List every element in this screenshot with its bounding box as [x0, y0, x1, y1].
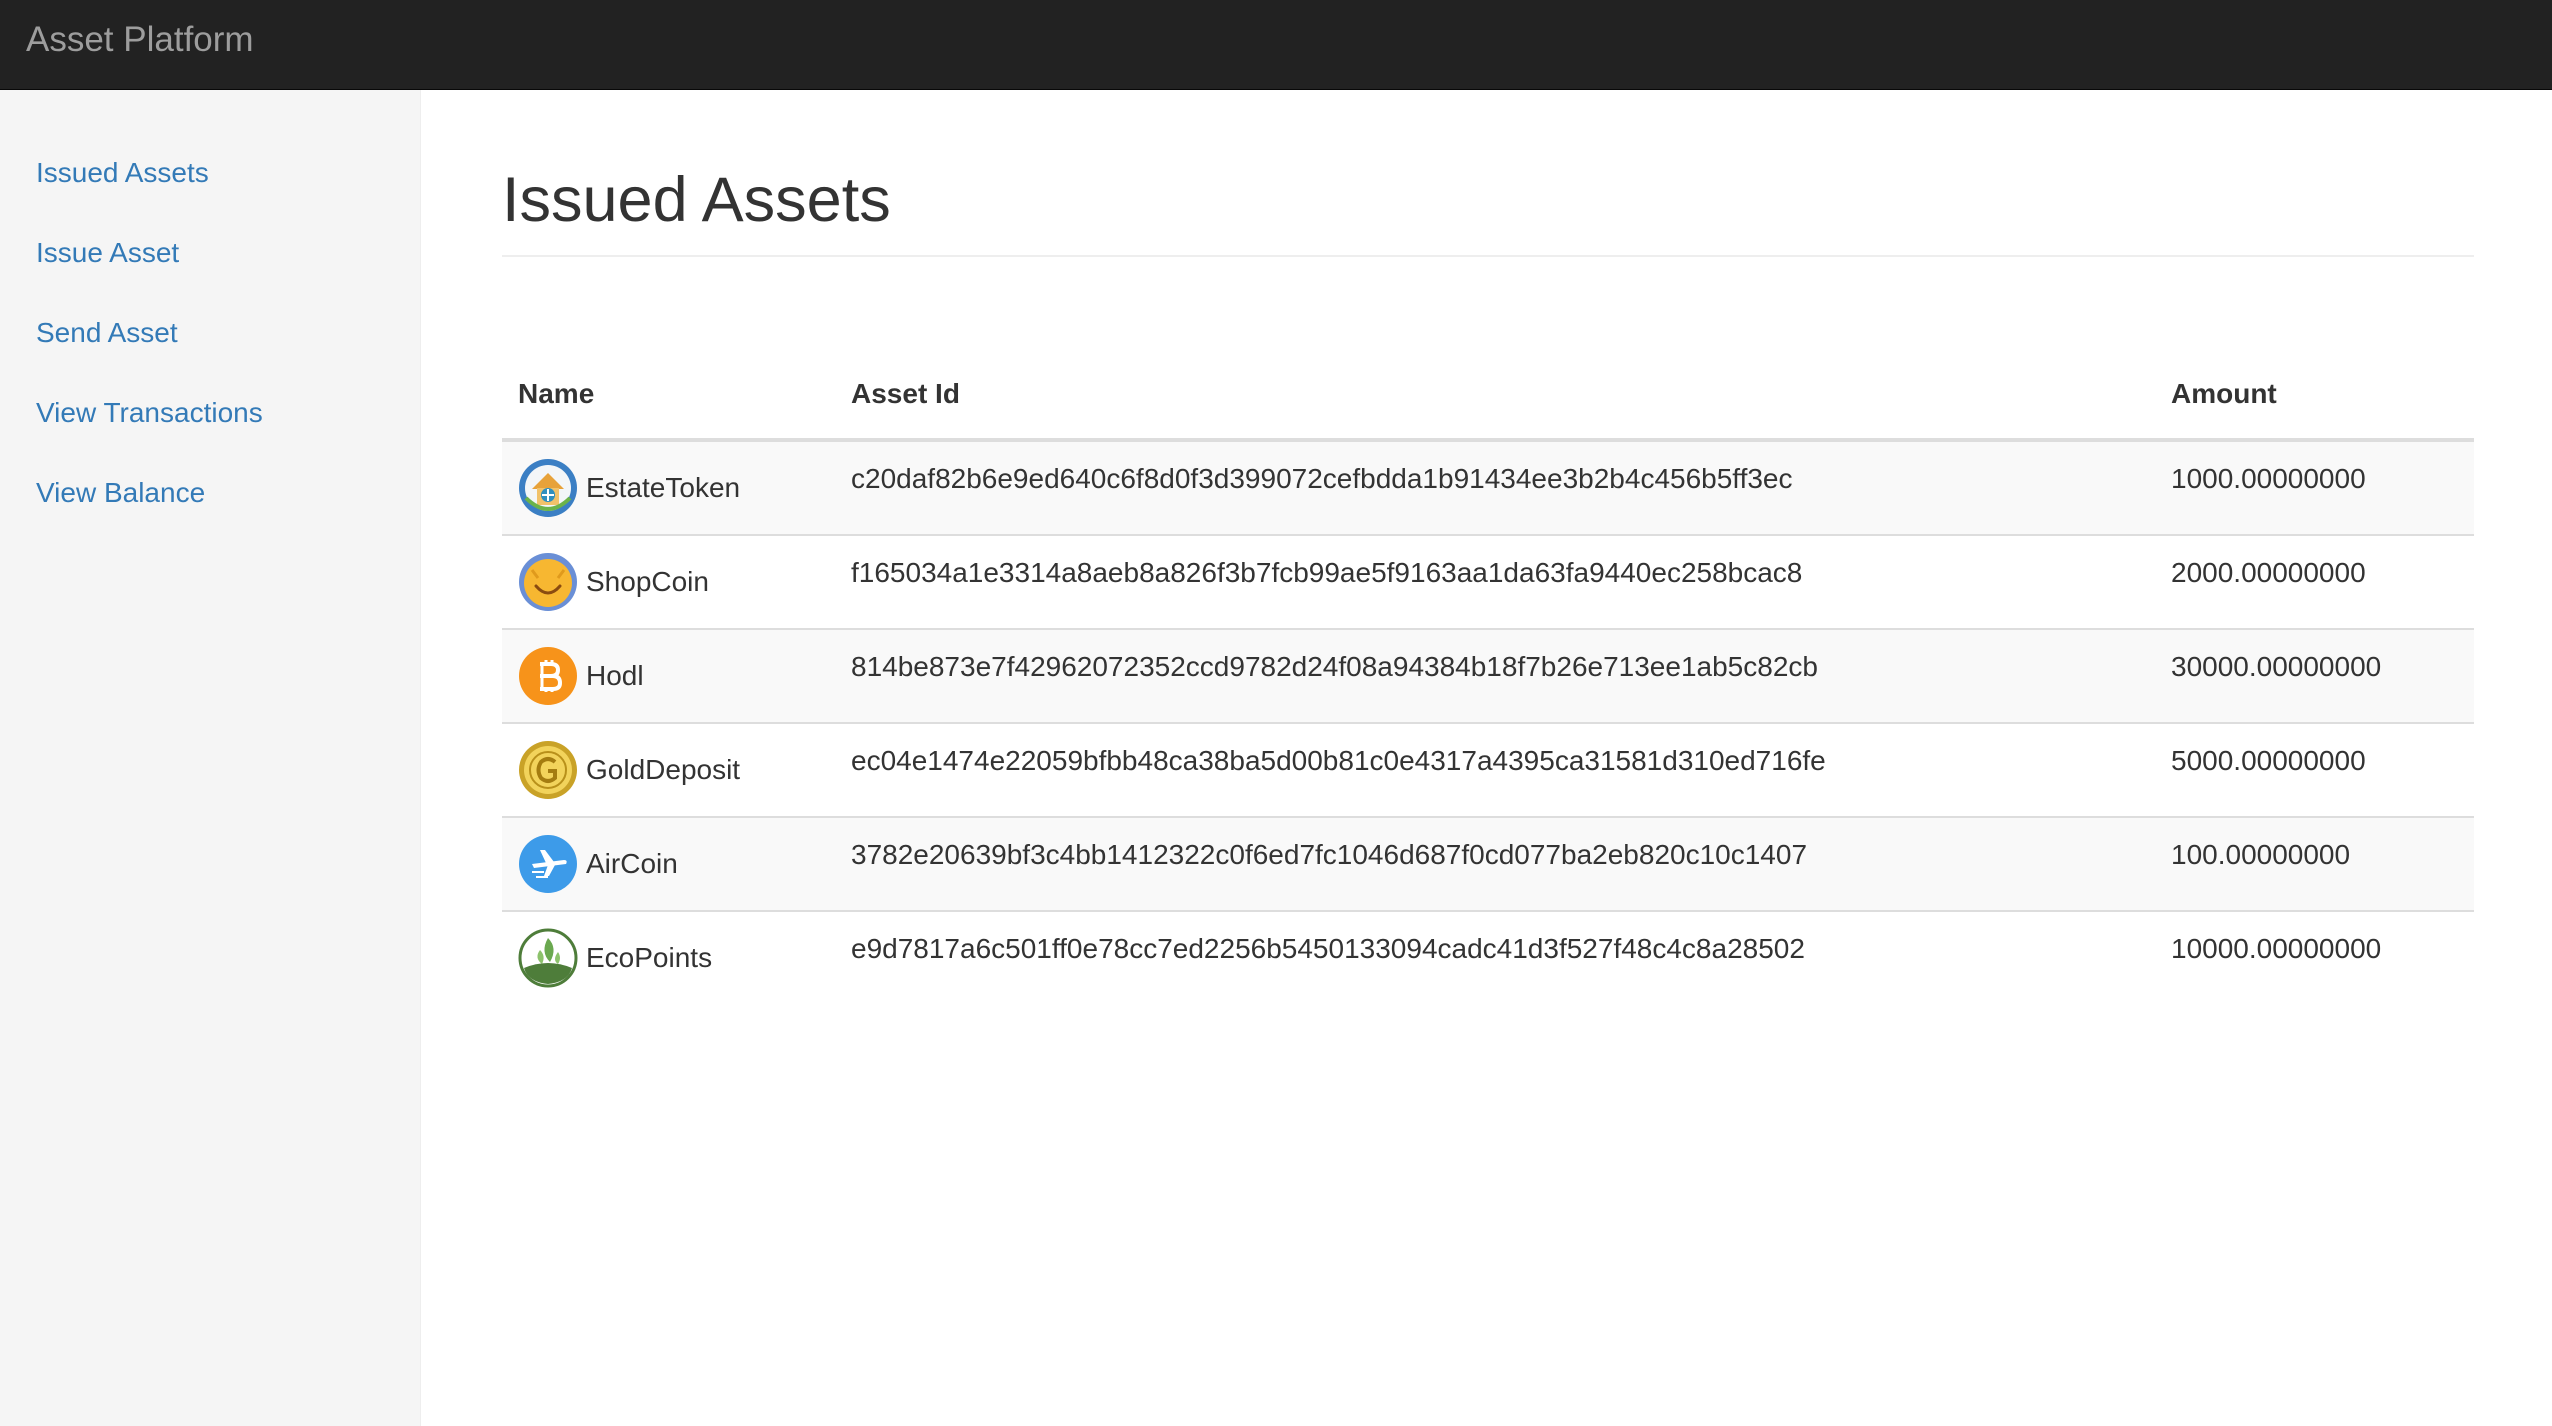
- asset-id: c20daf82b6e9ed640c6f8d0f3d399072cefbdda1…: [851, 463, 1793, 494]
- asset-name: AirCoin: [586, 848, 678, 879]
- column-header-amount: Amount: [2155, 350, 2474, 442]
- gold-coin-icon: [518, 740, 578, 800]
- table-header-row: Name Asset Id Amount: [502, 350, 2474, 442]
- asset-name: EcoPoints: [586, 942, 713, 973]
- leaf-coin-icon: [518, 928, 578, 988]
- table-row: EstateToken c20daf82b6e9ed640c6f8d0f3d39…: [502, 440, 2474, 535]
- asset-id: 3782e20639bf3c4bb1412322c0f6ed7fc1046d68…: [851, 839, 1808, 870]
- asset-id-cell: 3782e20639bf3c4bb1412322c0f6ed7fc1046d68…: [835, 816, 2155, 911]
- table-row: AirCoin 3782e20639bf3c4bb1412322c0f6ed7f…: [502, 816, 2474, 911]
- amount-cell: 2000.00000000: [2155, 534, 2474, 629]
- table-row: ShopCoin f165034a1e3314a8aeb8a826f3b7fcb…: [502, 534, 2474, 629]
- table-row: Hodl 814be873e7f42962072352ccd9782d24f08…: [502, 628, 2474, 723]
- asset-amount: 5000.00000000: [2171, 745, 2366, 776]
- sidebar: Issued Assets Issue Asset Send Asset Vie…: [0, 90, 421, 1426]
- asset-id-cell: c20daf82b6e9ed640c6f8d0f3d399072cefbdda1…: [835, 440, 2155, 535]
- table-row: EcoPoints e9d7817a6c501ff0e78cc7ed2256b5…: [502, 910, 2474, 1005]
- amount-cell: 1000.00000000: [2155, 440, 2474, 535]
- column-header-name: Name: [502, 350, 835, 442]
- asset-id-cell: f165034a1e3314a8aeb8a826f3b7fcb99ae5f916…: [835, 534, 2155, 629]
- brand-link[interactable]: Asset Platform: [26, 19, 254, 61]
- asset-id: 814be873e7f42962072352ccd9782d24f08a9438…: [851, 651, 1818, 682]
- assets-table: Name Asset Id Amount EstateToken c20daf8…: [502, 350, 2474, 1005]
- amount-cell: 5000.00000000: [2155, 722, 2474, 817]
- amount-cell: 10000.00000000: [2155, 910, 2474, 1005]
- name-cell: AirCoin: [502, 816, 835, 911]
- asset-amount: 1000.00000000: [2171, 463, 2366, 494]
- asset-id: e9d7817a6c501ff0e78cc7ed2256b5450133094c…: [851, 933, 1805, 964]
- asset-id-cell: 814be873e7f42962072352ccd9782d24f08a9438…: [835, 628, 2155, 723]
- asset-id: f165034a1e3314a8aeb8a826f3b7fcb99ae5f916…: [851, 557, 1803, 588]
- airplane-coin-icon: [518, 834, 578, 894]
- smiley-coin-icon: [518, 552, 578, 612]
- table-row: GoldDeposit ec04e1474e22059bfbb48ca38ba5…: [502, 722, 2474, 817]
- name-cell: GoldDeposit: [502, 722, 835, 817]
- house-coin-icon: [518, 458, 578, 518]
- asset-amount: 30000.00000000: [2171, 651, 2382, 682]
- sidebar-item-view-balance[interactable]: View Balance: [36, 476, 205, 510]
- asset-amount: 100.00000000: [2171, 839, 2351, 870]
- sidebar-item-issue-asset[interactable]: Issue Asset: [36, 236, 179, 270]
- asset-name: ShopCoin: [586, 566, 709, 597]
- name-cell: ShopCoin: [502, 534, 835, 629]
- asset-name: EstateToken: [586, 472, 741, 503]
- asset-id: ec04e1474e22059bfbb48ca38ba5d00b81c0e431…: [851, 745, 1826, 776]
- page-title: Issued Assets: [502, 165, 891, 235]
- sidebar-item-issued-assets[interactable]: Issued Assets: [36, 156, 209, 190]
- amount-cell: 100.00000000: [2155, 816, 2474, 911]
- asset-amount: 10000.00000000: [2171, 933, 2382, 964]
- name-cell: EcoPoints: [502, 910, 835, 1005]
- name-cell: Hodl: [502, 628, 835, 723]
- bitcoin-icon: [518, 646, 578, 706]
- page-header: Issued Assets: [502, 162, 2474, 257]
- asset-name: Hodl: [586, 660, 644, 691]
- amount-cell: 30000.00000000: [2155, 628, 2474, 723]
- top-navbar: Asset Platform: [0, 0, 2552, 90]
- asset-name: GoldDeposit: [586, 754, 741, 785]
- asset-id-cell: ec04e1474e22059bfbb48ca38ba5d00b81c0e431…: [835, 722, 2155, 817]
- asset-amount: 2000.00000000: [2171, 557, 2366, 588]
- asset-id-cell: e9d7817a6c501ff0e78cc7ed2256b5450133094c…: [835, 910, 2155, 1005]
- name-cell: EstateToken: [502, 440, 835, 535]
- sidebar-item-view-transactions[interactable]: View Transactions: [36, 396, 263, 430]
- sidebar-item-send-asset[interactable]: Send Asset: [36, 316, 178, 350]
- column-header-asset-id: Asset Id: [835, 350, 2155, 442]
